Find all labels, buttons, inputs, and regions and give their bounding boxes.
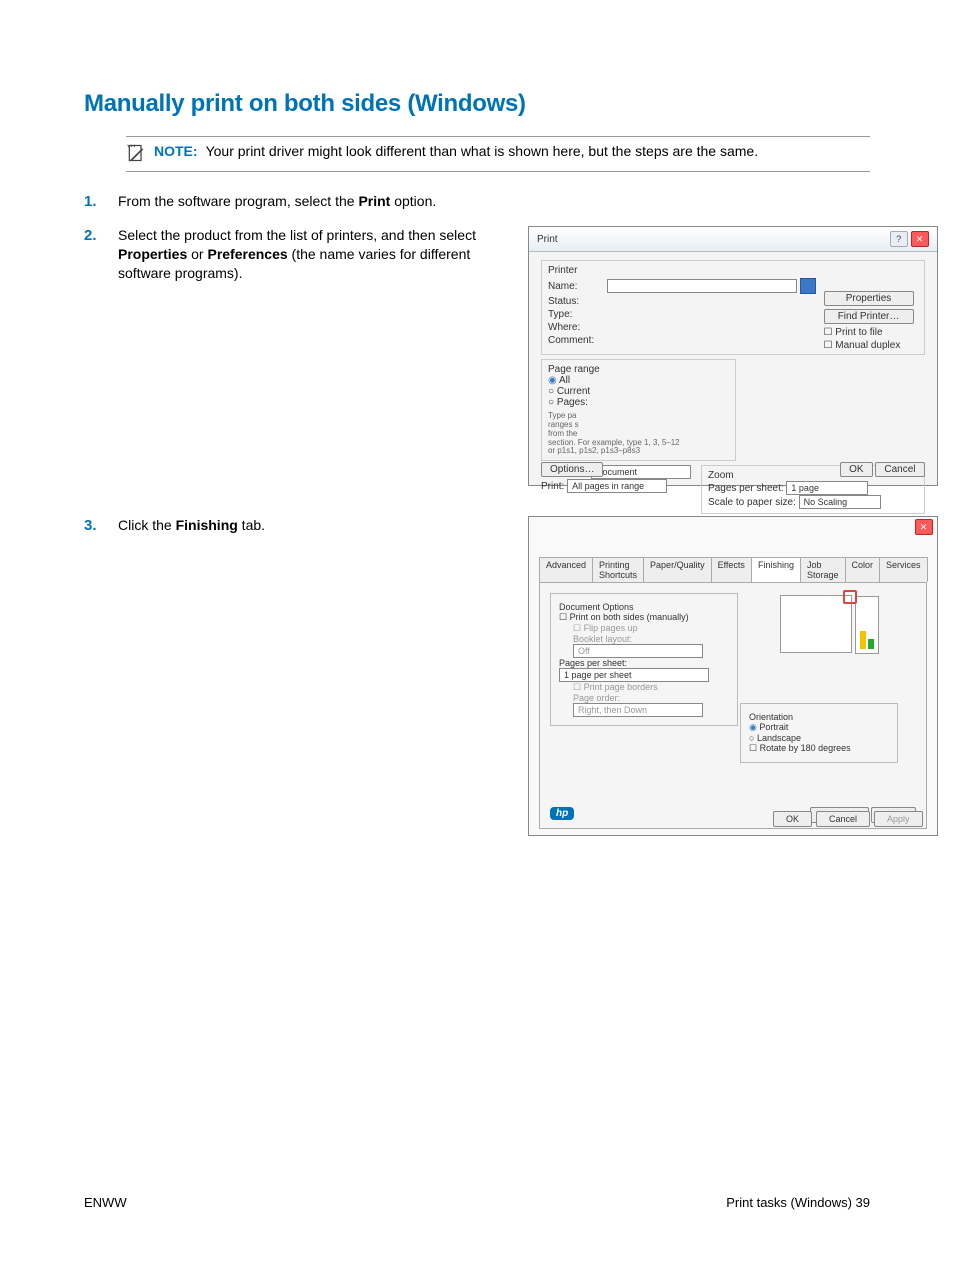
tab-jobstorage[interactable]: Job Storage (800, 557, 846, 582)
close-icon[interactable]: ✕ (911, 231, 929, 247)
range-pages-radio[interactable]: Pages: (548, 397, 729, 408)
print-label: Print: (541, 481, 564, 492)
ok-button[interactable]: OK (773, 811, 812, 827)
step-body: Select the product from the list of prin… (118, 226, 504, 283)
type-label: Type: (548, 309, 604, 320)
booklet-select[interactable]: Off (573, 644, 703, 658)
footer-right: Print tasks (Windows) 39 (726, 1195, 870, 1210)
tab-services[interactable]: Services (879, 557, 928, 582)
note-text: Your print driver might look different t… (206, 143, 759, 159)
doc-options-label: Document Options (559, 602, 729, 612)
range-hint: from the (548, 429, 577, 438)
page-order-label: Page order: (573, 693, 729, 703)
print-borders-checkbox[interactable]: Print page borders (573, 682, 729, 693)
step-2: 2. Select the product from the list of p… (84, 226, 504, 502)
name-label: Name: (548, 281, 604, 292)
range-all-radio[interactable]: All (548, 375, 729, 386)
printer-section-label: Printer (548, 265, 918, 276)
page-order-select[interactable]: Right, then Down (573, 703, 703, 717)
rotate-checkbox[interactable]: Rotate by 180 degrees (749, 743, 889, 754)
tab-color[interactable]: Color (845, 557, 881, 582)
print-select[interactable]: All pages in range (567, 479, 667, 493)
both-sides-checkbox[interactable]: Print on both sides (manually) (559, 612, 729, 623)
cancel-button[interactable]: Cancel (816, 811, 870, 827)
hp-logo-icon: hp (550, 807, 574, 820)
range-hint: or p1s1, p1s2, p1s3–p8s3 (548, 446, 640, 455)
range-hint: section. For example, type 1, 3, 5–12 (548, 438, 680, 447)
step-number: 1. (84, 192, 118, 212)
scale-select[interactable]: No Scaling (799, 495, 881, 509)
tab-effects[interactable]: Effects (711, 557, 752, 582)
tab-shortcuts[interactable]: Printing Shortcuts (592, 557, 644, 582)
step-body: From the software program, select the Pr… (118, 192, 436, 211)
where-label: Where: (548, 322, 604, 333)
close-icon[interactable]: ✕ (915, 519, 933, 535)
pages-per-sheet-select[interactable]: 1 page per sheet (559, 668, 709, 682)
find-printer-button[interactable]: Find Printer… (824, 309, 914, 324)
options-button[interactable]: Options… (541, 462, 603, 477)
range-hint: Type pa (548, 411, 576, 420)
landscape-radio[interactable]: Landscape (749, 733, 889, 743)
tab-paper[interactable]: Paper/Quality (643, 557, 712, 582)
range-hint: ranges s (548, 420, 579, 429)
step-3: 3. Click the Finishing tab. (84, 516, 504, 822)
pages-per-sheet-label: Pages per sheet: (559, 658, 729, 668)
note-label: NOTE: (154, 143, 198, 159)
orientation-label: Orientation (749, 712, 889, 722)
tab-finishing[interactable]: Finishing (751, 557, 801, 582)
properties-dialog-screenshot: ✕ Advanced Printing Shortcuts Paper/Qual… (528, 516, 938, 836)
cancel-button[interactable]: Cancel (875, 462, 924, 477)
portrait-radio[interactable]: Portrait (749, 722, 889, 733)
status-label: Status: (548, 296, 604, 307)
step-body: Click the Finishing tab. (118, 516, 265, 535)
step-number: 3. (84, 516, 118, 536)
manual-duplex-checkbox[interactable]: Manual duplex (824, 340, 914, 351)
help-icon[interactable]: ? (890, 231, 908, 247)
dropdown-arrow-icon[interactable] (800, 278, 816, 294)
range-current-radio[interactable]: Current (548, 386, 729, 397)
comment-label: Comment: (548, 335, 604, 346)
apply-button[interactable]: Apply (874, 811, 923, 827)
pages-per-sheet-select[interactable]: 1 page (786, 481, 868, 495)
pages-per-sheet-label: Pages per sheet: (708, 483, 784, 494)
print-dialog-screenshot: Print ? ✕ Printer Name: Status: Type: Wh… (528, 226, 938, 486)
step-number: 2. (84, 226, 118, 246)
page-range-label: Page range (548, 364, 729, 375)
ok-button[interactable]: OK (840, 462, 872, 477)
printer-select[interactable] (607, 279, 797, 293)
booklet-label: Booklet layout: (573, 634, 729, 644)
note-icon (126, 143, 146, 163)
tab-advanced[interactable]: Advanced (539, 557, 593, 582)
print-to-file-checkbox[interactable]: Print to file (824, 327, 914, 338)
tabs-bar: Advanced Printing Shortcuts Paper/Qualit… (539, 557, 927, 583)
step-1: 1. From the software program, select the… (84, 192, 504, 212)
dialog-title: Print (537, 234, 558, 245)
flip-pages-checkbox[interactable]: Flip pages up (573, 623, 729, 634)
page-preview-icon (780, 595, 852, 653)
note-callout: NOTE: Your print driver might look diffe… (126, 136, 870, 172)
footer-left: ENWW (84, 1195, 127, 1210)
page-title: Manually print on both sides (Windows) (84, 90, 870, 118)
scale-label: Scale to paper size: (708, 497, 796, 508)
properties-button[interactable]: Properties (824, 291, 914, 306)
